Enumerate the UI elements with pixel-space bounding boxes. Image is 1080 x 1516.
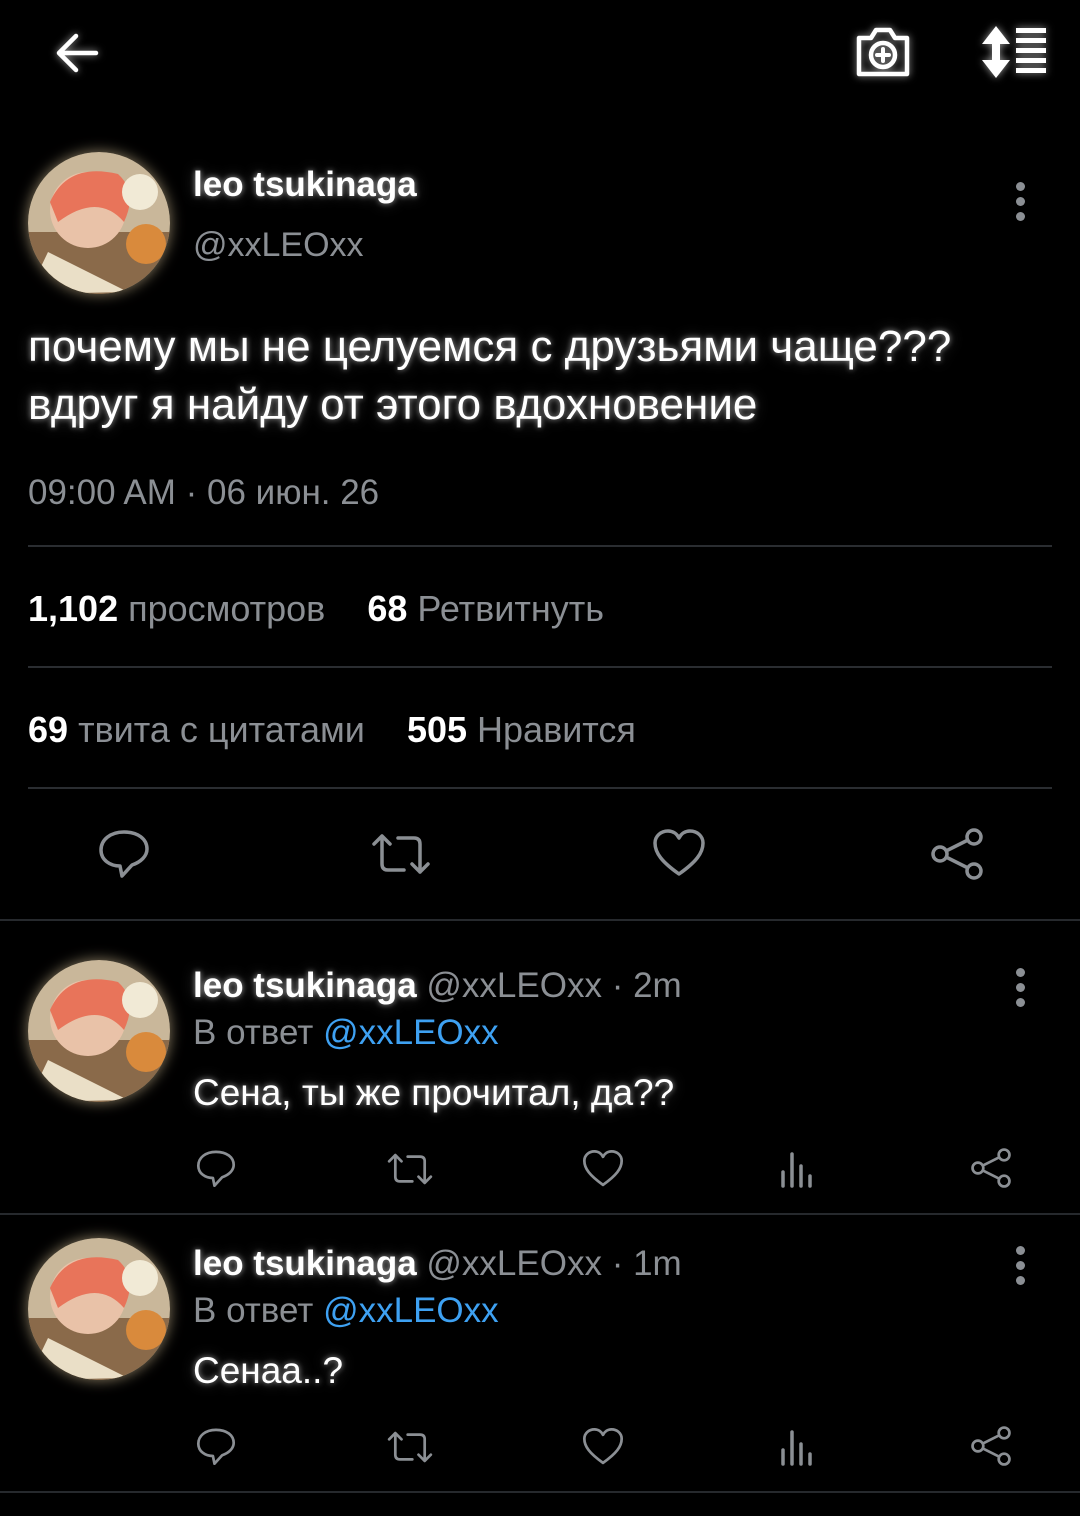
reply-button[interactable] [196,1148,236,1188]
views-count: 1,102 [28,588,119,629]
retweet-icon [387,1153,433,1185]
section-divider [0,919,1080,921]
reply-text: Сенаа..? [193,1350,344,1391]
author-handle[interactable]: @xxLEOxx [193,226,364,265]
camera-plus-icon [856,27,910,77]
analytics-icon [781,1430,812,1466]
sort-button[interactable] [980,24,1050,80]
retweet-button[interactable] [386,1430,434,1464]
reply-text: Сена, ты же прочитал, да?? [193,1072,675,1113]
camera-button[interactable] [854,24,912,80]
section-divider [0,1491,1080,1493]
comment-icon [196,1150,236,1188]
reply-header: leo tsukinaga @xxLEOxx · 2m [193,966,682,1006]
divider [28,545,1052,547]
retweets-label[interactable]: Ретвитнуть [417,588,604,629]
more-options-icon[interactable] [1016,968,1028,1013]
arrow-left-icon [56,33,99,73]
share-icon [931,828,983,880]
likes-label[interactable]: Нравится [477,709,636,750]
like-button[interactable] [652,828,706,878]
views-button[interactable] [779,1150,815,1188]
more-options-icon[interactable] [1016,1246,1028,1291]
retweet-icon [372,834,430,874]
retweets-count[interactable]: 68 [367,588,407,629]
retweet-icon [387,1431,433,1463]
heart-icon [582,1428,624,1465]
reply-handle-time: @xxLEOxx · 1m [426,1244,682,1283]
author-name[interactable]: leo tsukinaga [193,165,417,205]
reply-handle-time: @xxLEOxx · 2m [426,966,682,1005]
share-button[interactable] [970,1426,1012,1466]
replying-to: В ответ @xxLEOxx [193,1291,499,1331]
avatar[interactable] [28,960,170,1102]
avatar[interactable] [28,152,170,294]
more-options-icon[interactable] [1016,182,1028,227]
likes-count[interactable]: 505 [407,709,467,750]
sort-list-icon [982,26,1046,78]
comment-icon [99,830,149,878]
views-button[interactable] [779,1428,815,1466]
views-label: просмотров [128,588,326,629]
share-button[interactable] [970,1148,1012,1188]
divider [28,666,1052,668]
replying-to-handle[interactable]: @xxLEOxx [323,1013,499,1052]
share-button[interactable] [930,828,984,880]
stats-row-2: 69 твита с цитатами 505 Нравится [28,709,636,751]
reply-author-name[interactable]: leo tsukinaga [193,1244,417,1283]
replying-to-label: В ответ [193,1013,314,1052]
reply-button[interactable] [196,1426,236,1466]
reply-button[interactable] [98,828,150,878]
replying-to: В ответ @xxLEOxx [193,1013,499,1053]
tweet-text-line-1: почему мы не целуемся с друзьями чаще??? [28,322,952,371]
replying-to-label: В ответ [193,1291,314,1330]
share-icon [971,1148,1011,1188]
retweet-button[interactable] [386,1152,434,1186]
quotes-label[interactable]: твита с цитатами [78,709,365,750]
section-divider [0,1213,1080,1215]
avatar[interactable] [28,1238,170,1380]
retweet-button[interactable] [370,832,432,876]
reply-header: leo tsukinaga @xxLEOxx · 1m [193,1244,682,1284]
tweet-text-line-2: вдруг я найду от этого вдохновение [28,380,758,429]
like-button[interactable] [582,1427,624,1466]
heart-icon [653,829,705,876]
analytics-icon [781,1152,812,1188]
heart-icon [582,1150,624,1187]
share-icon [971,1426,1011,1466]
stats-row-1: 1,102 просмотров 68 Ретвитнуть [28,588,604,630]
quotes-count[interactable]: 69 [28,709,68,750]
divider [28,787,1052,789]
back-button[interactable] [52,28,102,78]
tweet-timestamp: 09:00 AM · 06 июн. 26 [28,473,380,512]
comment-icon [196,1428,236,1466]
like-button[interactable] [582,1149,624,1188]
reply-author-name[interactable]: leo tsukinaga [193,966,417,1005]
replying-to-handle[interactable]: @xxLEOxx [323,1291,499,1330]
